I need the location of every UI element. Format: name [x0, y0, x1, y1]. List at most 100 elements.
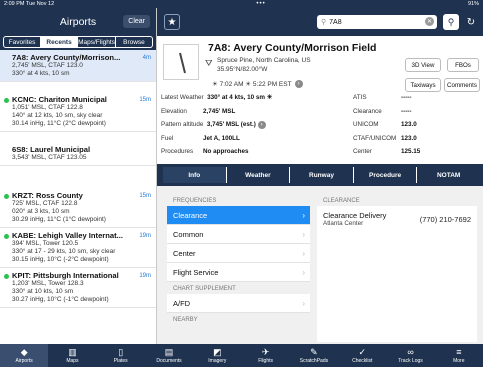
- chevron-right-icon: ›: [302, 248, 305, 258]
- detail-value: 330° at 4 kts, 10 sm ☀: [207, 94, 273, 101]
- favorite-star-icon[interactable]: ★: [164, 14, 180, 30]
- frequencies-header: FREQUENCIES: [167, 194, 310, 206]
- tab-weather[interactable]: Weather: [227, 167, 291, 183]
- detail-label: Latest Weather: [161, 94, 204, 101]
- tab-info[interactable]: Info: [163, 167, 227, 183]
- comments-button[interactable]: Comments: [444, 78, 480, 92]
- bottom-tab-bar: ◆ Airports ▥ Maps ▯ Plates ▤ Documents ◩ Imag…: [0, 344, 483, 367]
- chevron-right-icon: ›: [302, 210, 305, 220]
- clear-search-icon[interactable]: ✕: [425, 17, 434, 26]
- nearby-header: NEARBY: [167, 313, 310, 325]
- nav-label: Documents: [156, 358, 182, 364]
- detail-label: Pattern altitude: [161, 121, 204, 128]
- nav-label: Checklist: [352, 358, 373, 364]
- nav-flights[interactable]: ✈ Flights: [241, 344, 289, 367]
- segment-recents[interactable]: Recents: [41, 36, 79, 48]
- nav-plates[interactable]: ▯ Plates: [97, 344, 145, 367]
- nav-track-logs[interactable]: ∞ Track Logs: [386, 344, 434, 367]
- imagery-icon: ◩: [213, 347, 222, 357]
- airport-distance: 15m: [139, 97, 151, 103]
- sunrise-sunset-text: ☀ 7:02 AM ☀ 5:22 PM EST: [212, 81, 292, 88]
- segment-maps-flights[interactable]: Maps/Flights: [78, 36, 116, 48]
- nav-label: Flights: [258, 358, 273, 364]
- nav-airports[interactable]: ◆ Airports: [0, 344, 49, 367]
- freq-clearance[interactable]: Clearance ›: [167, 206, 310, 225]
- nav-label: More: [453, 358, 465, 364]
- airport-list-item[interactable]: KRZT: Ross County 15m 725' MSL, CTAF 122…: [0, 188, 156, 228]
- detail-value: -----: [401, 108, 412, 115]
- airport-list-item[interactable]: KCNC: Chariton Municipal 15m 1,051' MSL,…: [0, 92, 156, 132]
- airport-distance: 19m: [139, 273, 151, 279]
- chevron-right-icon: ›: [257, 121, 266, 129]
- detail-label: CTAF/UNICOM: [353, 135, 397, 142]
- freq-label: Center: [173, 248, 196, 258]
- airport-list-item[interactable]: KABE: Lehigh Valley Internat... 19m 394'…: [0, 228, 156, 268]
- list-spacer: [0, 132, 156, 142]
- airports-icon: ◆: [20, 347, 28, 357]
- nav-documents[interactable]: ▤ Documents: [145, 344, 193, 367]
- nav-scratchpads[interactable]: ✎ ScratchPads: [290, 344, 338, 367]
- airport-distance: 4m: [142, 55, 151, 61]
- detail-value: 3,745' MSL (est.): [206, 121, 256, 128]
- detail-label: Fuel: [161, 135, 174, 142]
- airport-list-item[interactable]: KPIT: Pittsburgh International 19m 1,203…: [0, 268, 156, 308]
- battery-indicator: 91%: [467, 1, 479, 7]
- airport-distance: 19m: [139, 233, 151, 239]
- airport-diagram[interactable]: [163, 44, 199, 80]
- segment-browse[interactable]: Browse: [115, 36, 153, 48]
- track-logs-icon: ∞: [407, 347, 414, 357]
- tab-notam[interactable]: NOTAM: [417, 167, 480, 183]
- nav-label: Airports: [15, 358, 33, 364]
- nav-checklist[interactable]: ✓ Checklist: [338, 344, 386, 367]
- sunrise-sunset[interactable]: ☀ 7:02 AM ☀ 5:22 PM EST ›: [212, 80, 303, 88]
- airport-altimeter: 30.27 inHg, 10°C (-1°C dewpoint): [12, 296, 109, 303]
- detail-center: Center 125.15: [353, 148, 420, 155]
- nav-label: ScratchPads: [299, 358, 329, 364]
- nav-label: Imagery: [208, 358, 227, 364]
- vfr-status-dot: [4, 234, 9, 239]
- clearance-detail: CLEARANCE Clearance Delivery Atlanta Cen…: [317, 194, 477, 342]
- search-input[interactable]: ⚲ 7A8 ✕: [317, 15, 437, 29]
- clearance-phone[interactable]: (770) 210-7692: [420, 215, 471, 224]
- airport-name: 6S8: Laurel Municipal: [12, 145, 91, 154]
- freq-flight-service[interactable]: Flight Service ›: [167, 263, 310, 282]
- clearance-delivery-row[interactable]: Clearance Delivery Atlanta Center (770) …: [317, 206, 477, 232]
- multitask-dots[interactable]: •••: [256, 1, 265, 7]
- detail-value: 2,745' MSL: [203, 108, 236, 115]
- airport-name: KRZT: Ross County: [12, 191, 83, 200]
- map-pin-icon[interactable]: ⚲: [443, 14, 459, 30]
- nav-label: Maps: [66, 358, 79, 364]
- maps-icon: ▥: [68, 347, 77, 357]
- airport-name: KABE: Lehigh Valley Internat...: [12, 231, 123, 240]
- detail-label: Clearance: [353, 108, 382, 115]
- nav-maps[interactable]: ▥ Maps: [48, 344, 96, 367]
- freq-common[interactable]: Common ›: [167, 225, 310, 244]
- refresh-icon[interactable]: ↻: [463, 14, 479, 30]
- nav-imagery[interactable]: ◩ Imagery: [193, 344, 241, 367]
- taxiways-button[interactable]: Taxiways: [405, 78, 441, 92]
- airport-name: KCNC: Chariton Municipal: [12, 95, 107, 104]
- vfr-status-dot: [4, 98, 9, 103]
- detail-label: Elevation: [161, 108, 187, 115]
- 3d-view-button[interactable]: 3D View: [405, 58, 441, 72]
- airport-location: Spruce Pine, North Carolina, US 35.95°N/…: [217, 56, 311, 74]
- detail-weather[interactable]: Latest Weather 330° at 4 kts, 10 sm ☀: [161, 94, 272, 101]
- airport-list-item[interactable]: 7A8: Avery County/Morrison... 4m 2,745' …: [0, 50, 156, 82]
- clear-button[interactable]: Clear: [123, 15, 150, 28]
- detail-label: Procedures: [161, 148, 194, 155]
- afd-row[interactable]: A/FD ›: [167, 294, 310, 313]
- nav-more[interactable]: ≡ More: [435, 344, 483, 367]
- clearance-header: CLEARANCE: [317, 194, 477, 206]
- detail-atis: ATIS -----: [353, 94, 412, 101]
- airport-list-item[interactable]: 6S8: Laurel Municipal 3,543' MSL, CTAF 1…: [0, 142, 156, 166]
- freq-center[interactable]: Center ›: [167, 244, 310, 263]
- airport-name: 7A8: Avery County/Morrison...: [12, 53, 121, 62]
- fbos-button[interactable]: FBOs: [447, 58, 479, 72]
- segment-favorites[interactable]: Favorites: [3, 36, 42, 48]
- tab-runway[interactable]: Runway: [290, 167, 354, 183]
- detail-ctaf-unicom: CTAF/UNICOM 123.0: [353, 135, 417, 142]
- tab-procedure[interactable]: Procedure: [354, 167, 418, 183]
- detail-value: 125.15: [401, 148, 421, 155]
- airport-info-card: 7A8: Avery County/Morrison Field ⛛ Spruc…: [157, 36, 483, 164]
- detail-pattern-altitude[interactable]: Pattern altitude 3,745' MSL (est.) ›: [161, 121, 266, 129]
